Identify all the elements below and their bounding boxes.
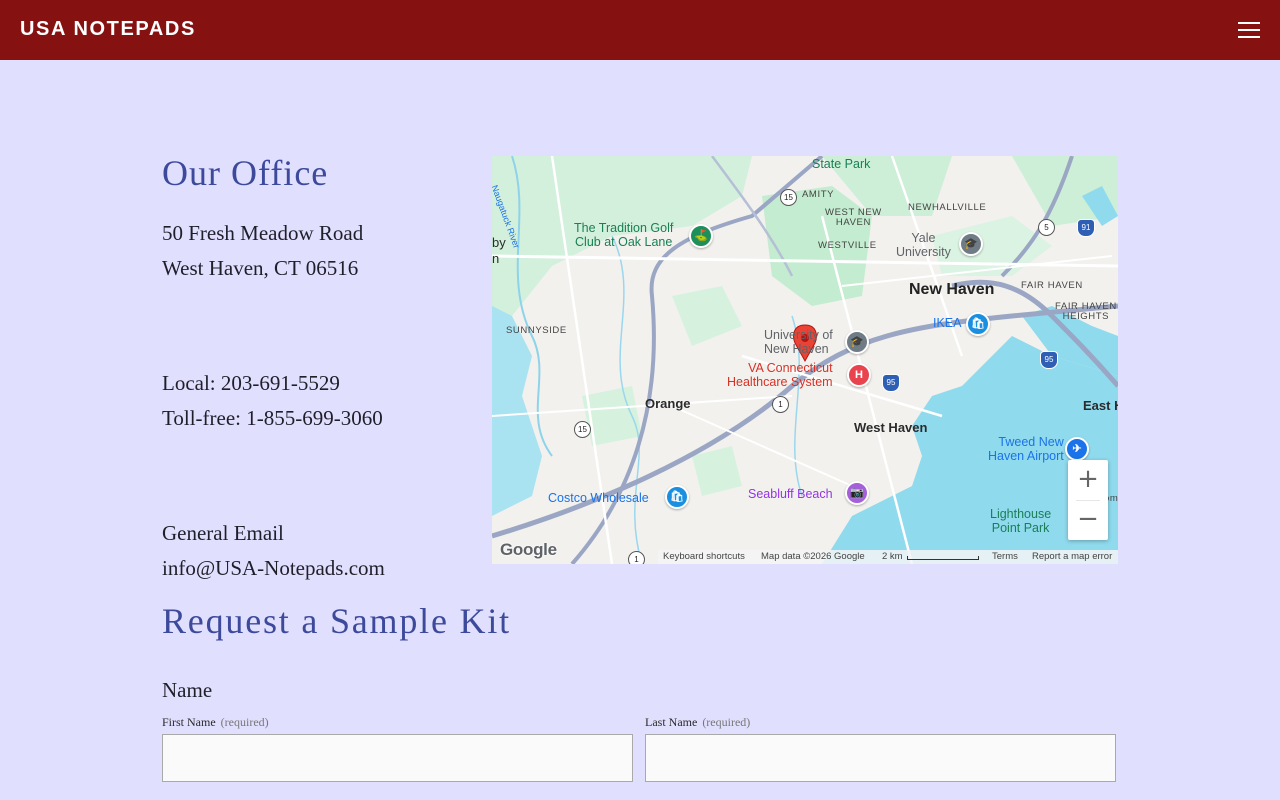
first-name-label-text: First Name (162, 715, 216, 729)
hospital-icon[interactable]: H (847, 363, 871, 387)
required-note: (required) (702, 715, 751, 729)
google-map[interactable]: State Park AMITY WEST NEW HAVEN NEWHALLV… (492, 156, 1118, 564)
map-label-sunnyside: SUNNYSIDE (506, 325, 567, 336)
name-field-label: Name (162, 678, 213, 702)
map-label-edge-n: n (492, 251, 500, 266)
map-label-tradition-golf: The Tradition Golf Club at Oak Lane (574, 221, 674, 249)
zoom-out-button[interactable]: − (1068, 500, 1108, 540)
office-phones: Local: 203-691-5529 Toll-free: 1-855-699… (162, 366, 383, 436)
phone-local[interactable]: Local: 203-691-5529 (162, 366, 383, 401)
map-label-orange: Orange (645, 396, 691, 411)
google-logo[interactable]: Google (500, 540, 557, 560)
map-data-attribution: Map data ©2026 Google (761, 551, 865, 562)
interstate-95-shield-icon: 95 (1040, 351, 1058, 369)
shopping-bag-icon[interactable]: 🛍 (966, 312, 990, 336)
report-map-error-link[interactable]: Report a map error (1032, 551, 1112, 562)
first-name-input[interactable] (162, 734, 633, 782)
top-nav-bar: USA NOTEPADS (0, 0, 1280, 60)
office-heading: Our Office (162, 153, 329, 193)
map-label-tweed-airport: Tweed New Haven Airport (988, 435, 1064, 463)
zoom-in-button[interactable]: + (1068, 460, 1108, 500)
last-name-label-text: Last Name (645, 715, 698, 729)
terms-link[interactable]: Terms (992, 551, 1018, 562)
map-label-ikea: IKEA (933, 316, 962, 330)
sample-kit-heading: Request a Sample Kit (162, 601, 511, 641)
email-label: General Email (162, 521, 284, 545)
map-label-new-haven: New Haven (909, 281, 995, 298)
map-label-west-haven: West Haven (854, 420, 928, 435)
email-link[interactable]: info@USA-Notepads.com (162, 551, 385, 586)
airport-icon[interactable]: ✈ (1065, 437, 1089, 461)
interstate-91-shield-icon: 91 (1077, 219, 1095, 237)
brand-logo-text[interactable]: USA NOTEPADS (20, 18, 196, 41)
address-line-1: 50 Fresh Meadow Road (162, 221, 364, 245)
first-name-label: First Name (required) (162, 715, 269, 730)
map-attribution-bar: Keyboard shortcuts Map data ©2026 Google… (658, 550, 1118, 564)
menu-line (1238, 29, 1260, 31)
university-icon[interactable]: 🎓 (959, 232, 983, 256)
map-zoom-control: + − (1068, 460, 1108, 540)
map-label-state-park: State Park (812, 157, 871, 171)
map-label-lighthouse-point-park: Lighthouse Point Park (990, 507, 1052, 535)
map-label-west-new-haven: WEST NEW HAVEN (825, 207, 882, 229)
office-address: 50 Fresh Meadow Road West Haven, CT 0651… (162, 216, 363, 286)
shopping-bag-icon[interactable]: 🛍 (665, 485, 689, 509)
map-label-edge-by: by (492, 235, 506, 250)
map-label-yale: Yale University (896, 231, 951, 259)
map-label-amity: AMITY (802, 189, 835, 200)
map-label-seabluff-beach: Seabluff Beach (748, 487, 833, 501)
map-label-newhallville: NEWHALLVILLE (908, 202, 987, 213)
map-label-va-connecticut: VA Connecticut Healthcare System (727, 361, 833, 389)
last-name-label: Last Name (required) (645, 715, 750, 730)
office-email-block: General Email info@USA-Notepads.com (162, 516, 385, 586)
map-label-costco: Costco Wholesale (548, 491, 649, 505)
required-note: (required) (220, 715, 269, 729)
last-name-input[interactable] (645, 734, 1116, 782)
interstate-95-shield-icon: 95 (882, 374, 900, 392)
map-label-westville: WESTVILLE (818, 240, 877, 251)
route-5-shield-icon: 5 (1038, 219, 1055, 236)
map-scale-bar (907, 556, 979, 560)
map-scale-label[interactable]: 2 km (882, 551, 903, 562)
keyboard-shortcuts-link[interactable]: Keyboard shortcuts (663, 551, 745, 562)
camera-icon[interactable]: 📷 (845, 481, 869, 505)
menu-line (1238, 36, 1260, 38)
address-line-2: West Haven, CT 06516 (162, 256, 359, 280)
phone-tollfree[interactable]: Toll-free: 1-855-699-3060 (162, 401, 383, 436)
map-label-fair-haven: FAIR HAVEN (1021, 280, 1083, 291)
university-icon[interactable]: 🎓 (845, 330, 869, 354)
menu-line (1238, 22, 1260, 24)
golf-course-icon[interactable]: ⛳ (689, 224, 713, 248)
map-label-university-of-new-haven: University of New Haven (764, 328, 833, 356)
map-label-fair-haven-heights: FAIR HAVEN HEIGHTS (1055, 301, 1117, 323)
route-1-shield-icon: 1 (628, 551, 645, 564)
route-15-shield-icon: 15 (574, 421, 591, 438)
hamburger-menu-icon[interactable] (1234, 18, 1264, 42)
route-1-shield-icon: 1 (772, 396, 789, 413)
map-label-east-haven: East H (1083, 398, 1118, 413)
route-15-shield-icon: 15 (780, 189, 797, 206)
